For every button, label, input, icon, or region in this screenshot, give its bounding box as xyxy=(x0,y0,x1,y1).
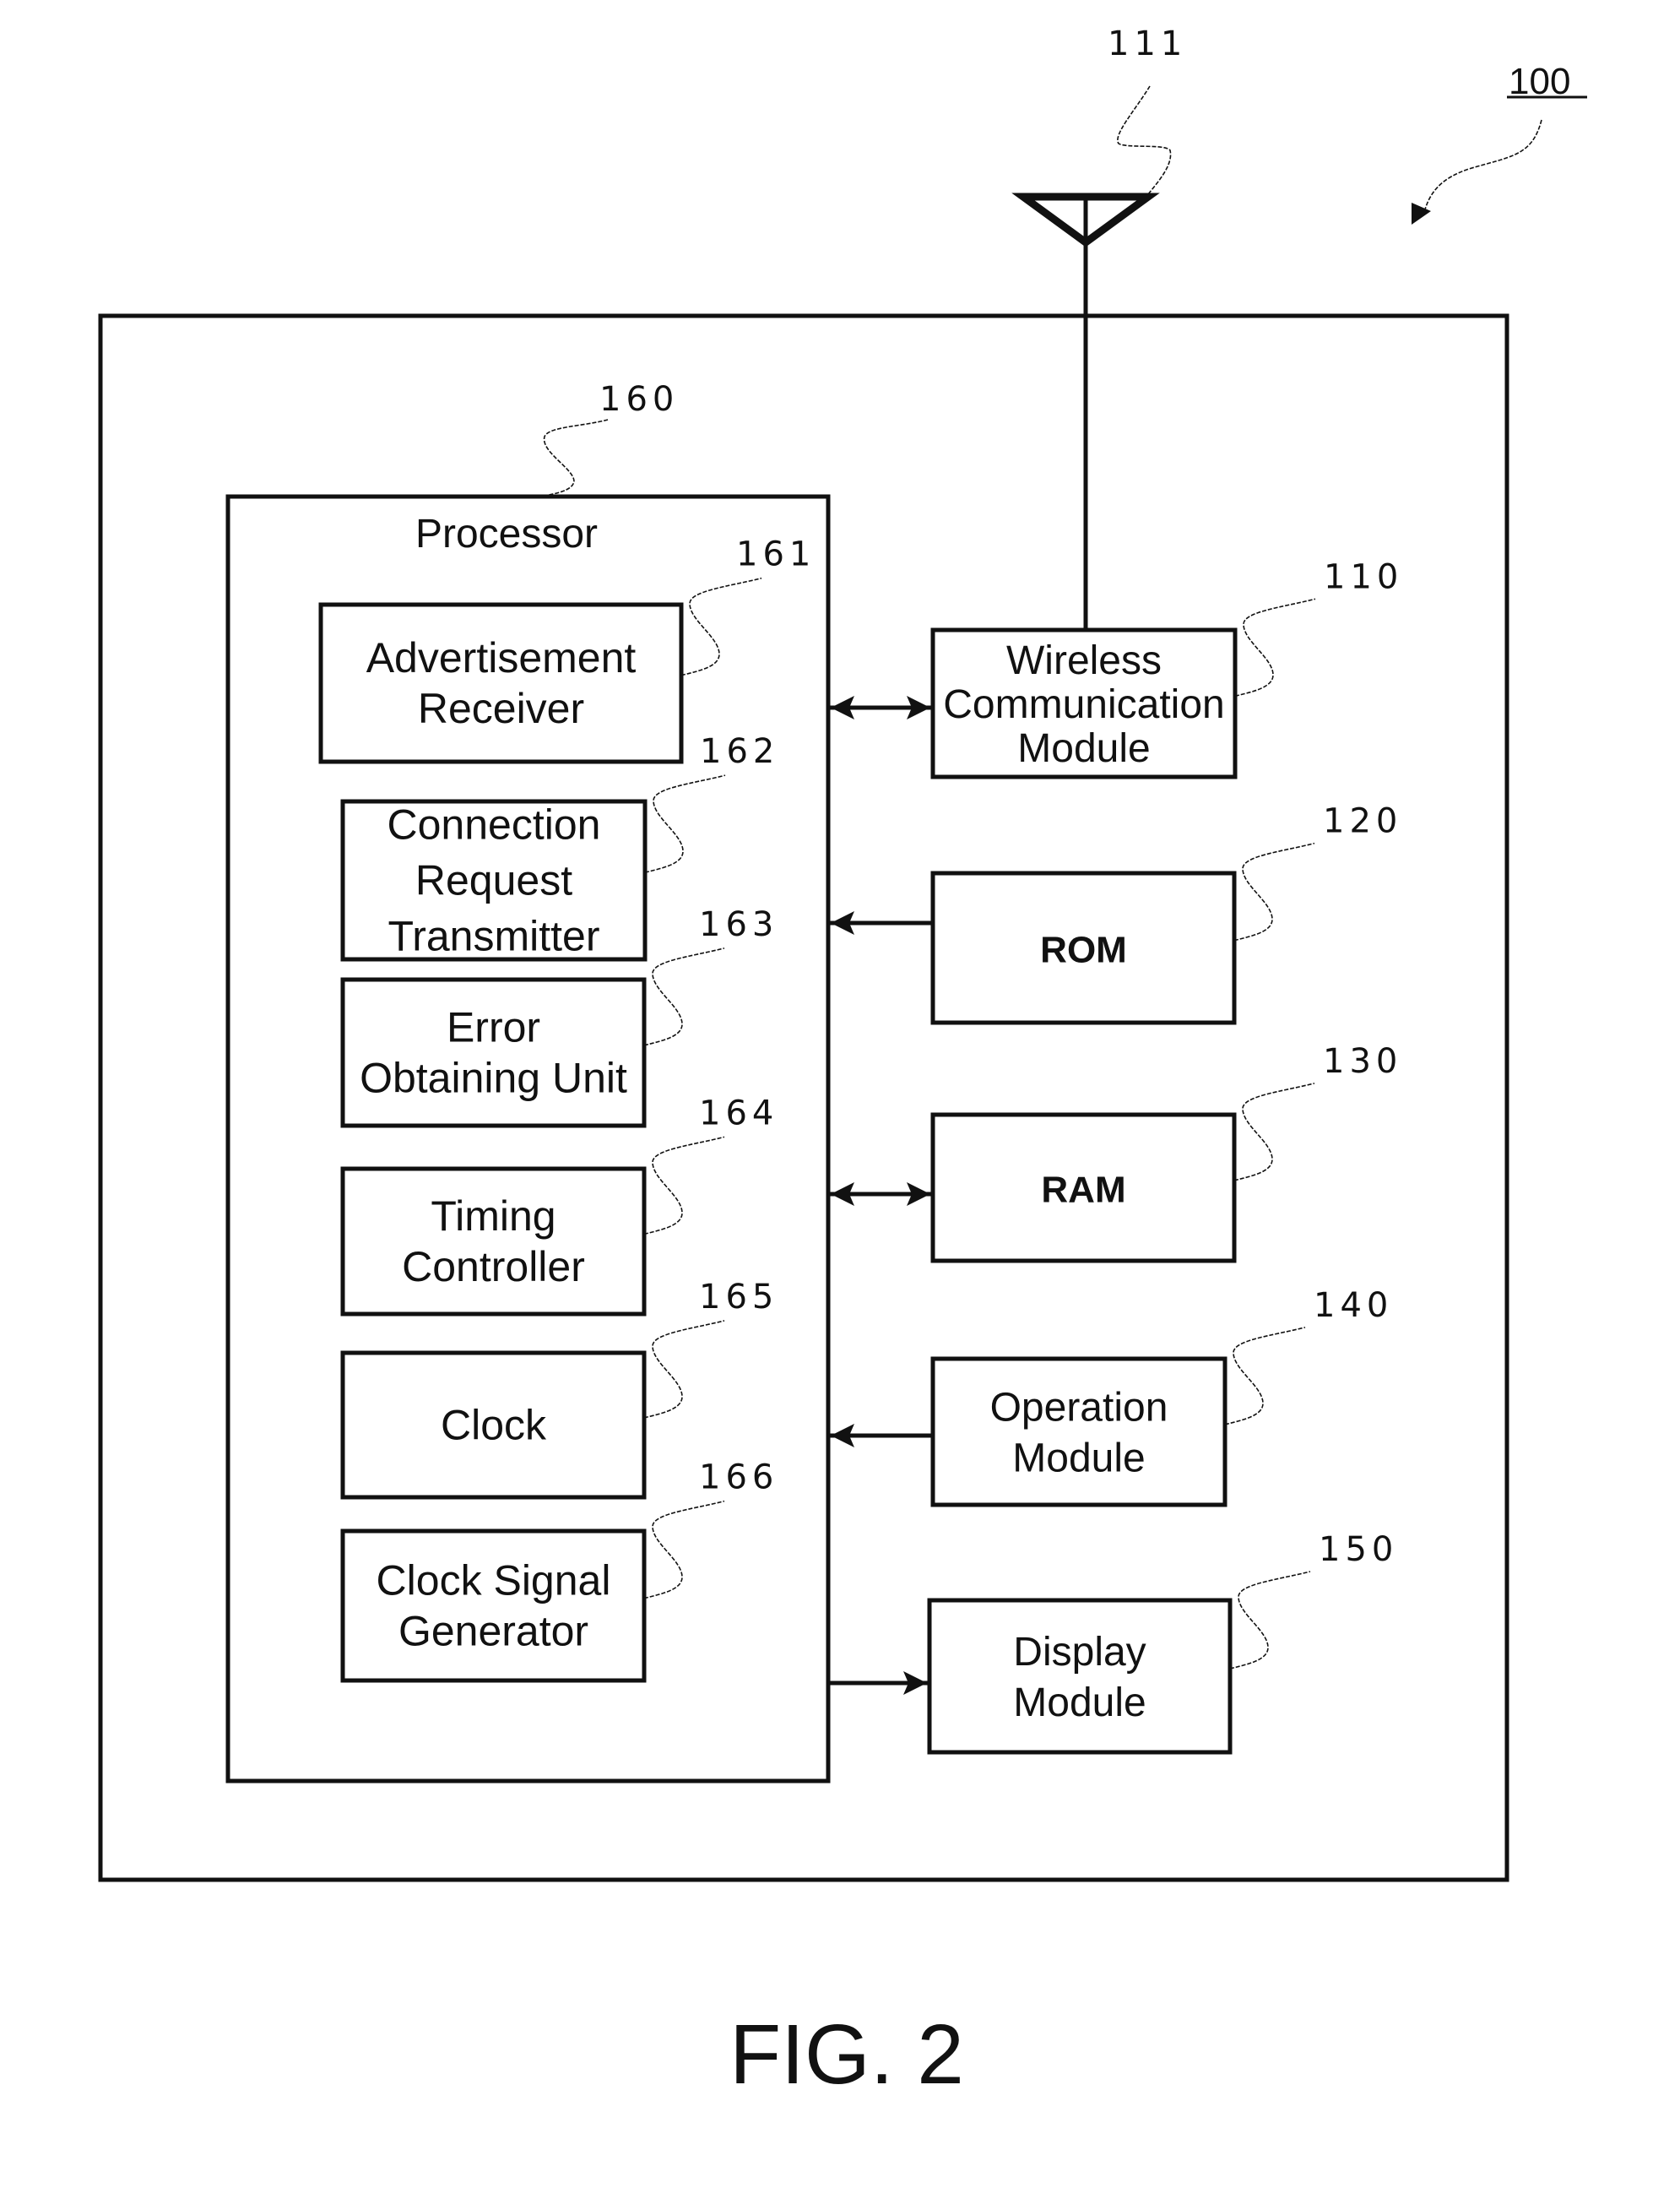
module-130: RAM 130 xyxy=(830,1042,1402,1263)
module-150: Display Module 150 xyxy=(830,1530,1398,1755)
module-110: WirelessCommunicationModule 110 xyxy=(830,557,1403,779)
module-ref-label: 120 xyxy=(1323,802,1402,841)
antenna-ref-label: 111 xyxy=(1108,24,1187,63)
module-label-line: Module xyxy=(1013,1680,1146,1725)
unit-label-line: Timing xyxy=(431,1192,555,1240)
unit-label-line: Obtaining Unit xyxy=(360,1055,627,1102)
module-label-line: RAM xyxy=(1041,1170,1125,1211)
module-ref-label: 110 xyxy=(1324,557,1403,596)
unit-label-line: Receiver xyxy=(418,685,584,732)
module-leader xyxy=(1233,1083,1315,1181)
unit-ref-label: 165 xyxy=(699,1278,778,1317)
unit-label-line: Connection xyxy=(387,801,601,849)
unit-box xyxy=(340,977,647,1128)
device-ref-arrow-line xyxy=(1424,119,1542,210)
module-label-line: Operation xyxy=(990,1386,1168,1431)
processor-title: Processor xyxy=(415,512,598,557)
unit-label-line: Clock Signal xyxy=(377,1557,611,1604)
module-120: ROM 120 xyxy=(830,802,1402,1025)
processor-leader xyxy=(539,419,609,497)
unit-label-line: Advertisement xyxy=(366,634,637,681)
figure-caption: FIG. 2 xyxy=(729,2007,964,2102)
block-diagram: 100 111 160 Processor AdvertisementRecei… xyxy=(98,24,1587,2102)
module-140: Operation Module 140 xyxy=(830,1286,1393,1507)
unit-ref-label: 166 xyxy=(699,1458,778,1497)
unit-label-line: Request xyxy=(415,857,572,904)
unit-box xyxy=(340,1166,647,1317)
peripheral-modules: WirelessCommunicationModule110ROM120RAM1… xyxy=(830,557,1403,1755)
module-box xyxy=(930,1356,1227,1507)
module-ref-label: 140 xyxy=(1314,1286,1393,1325)
unit-box xyxy=(318,602,684,764)
module-label-line: Communication xyxy=(943,682,1224,727)
unit-ref-label: 162 xyxy=(700,732,779,771)
module-label-line: Display xyxy=(1013,1630,1146,1675)
unit-ref-label: 164 xyxy=(699,1094,778,1132)
module-label-line: Wireless xyxy=(1006,638,1162,683)
unit-box xyxy=(340,1528,647,1683)
processor-ref-label: 160 xyxy=(599,380,679,419)
antenna-leader xyxy=(1117,85,1172,195)
unit-ref-label: 163 xyxy=(699,905,778,944)
module-leader xyxy=(1224,1327,1306,1425)
module-leader xyxy=(1234,598,1316,698)
module-box xyxy=(927,1598,1233,1755)
unit-label-line: Error xyxy=(447,1004,540,1051)
device-ref-arrowhead xyxy=(1412,203,1431,225)
module-label-line: ROM xyxy=(1040,930,1127,971)
module-ref-label: 150 xyxy=(1319,1530,1398,1569)
unit-label-line: Clock xyxy=(441,1402,547,1449)
unit-label-line: Generator xyxy=(398,1608,588,1655)
module-label-line: Module xyxy=(1012,1436,1145,1481)
module-leader xyxy=(1229,1571,1311,1670)
unit-label-line: Transmitter xyxy=(388,913,600,960)
unit-label-line: Controller xyxy=(402,1243,585,1290)
module-leader xyxy=(1233,842,1315,942)
unit-ref-label: 161 xyxy=(736,535,816,574)
module-ref-label: 130 xyxy=(1323,1042,1402,1081)
module-label-line: Module xyxy=(1017,726,1150,771)
